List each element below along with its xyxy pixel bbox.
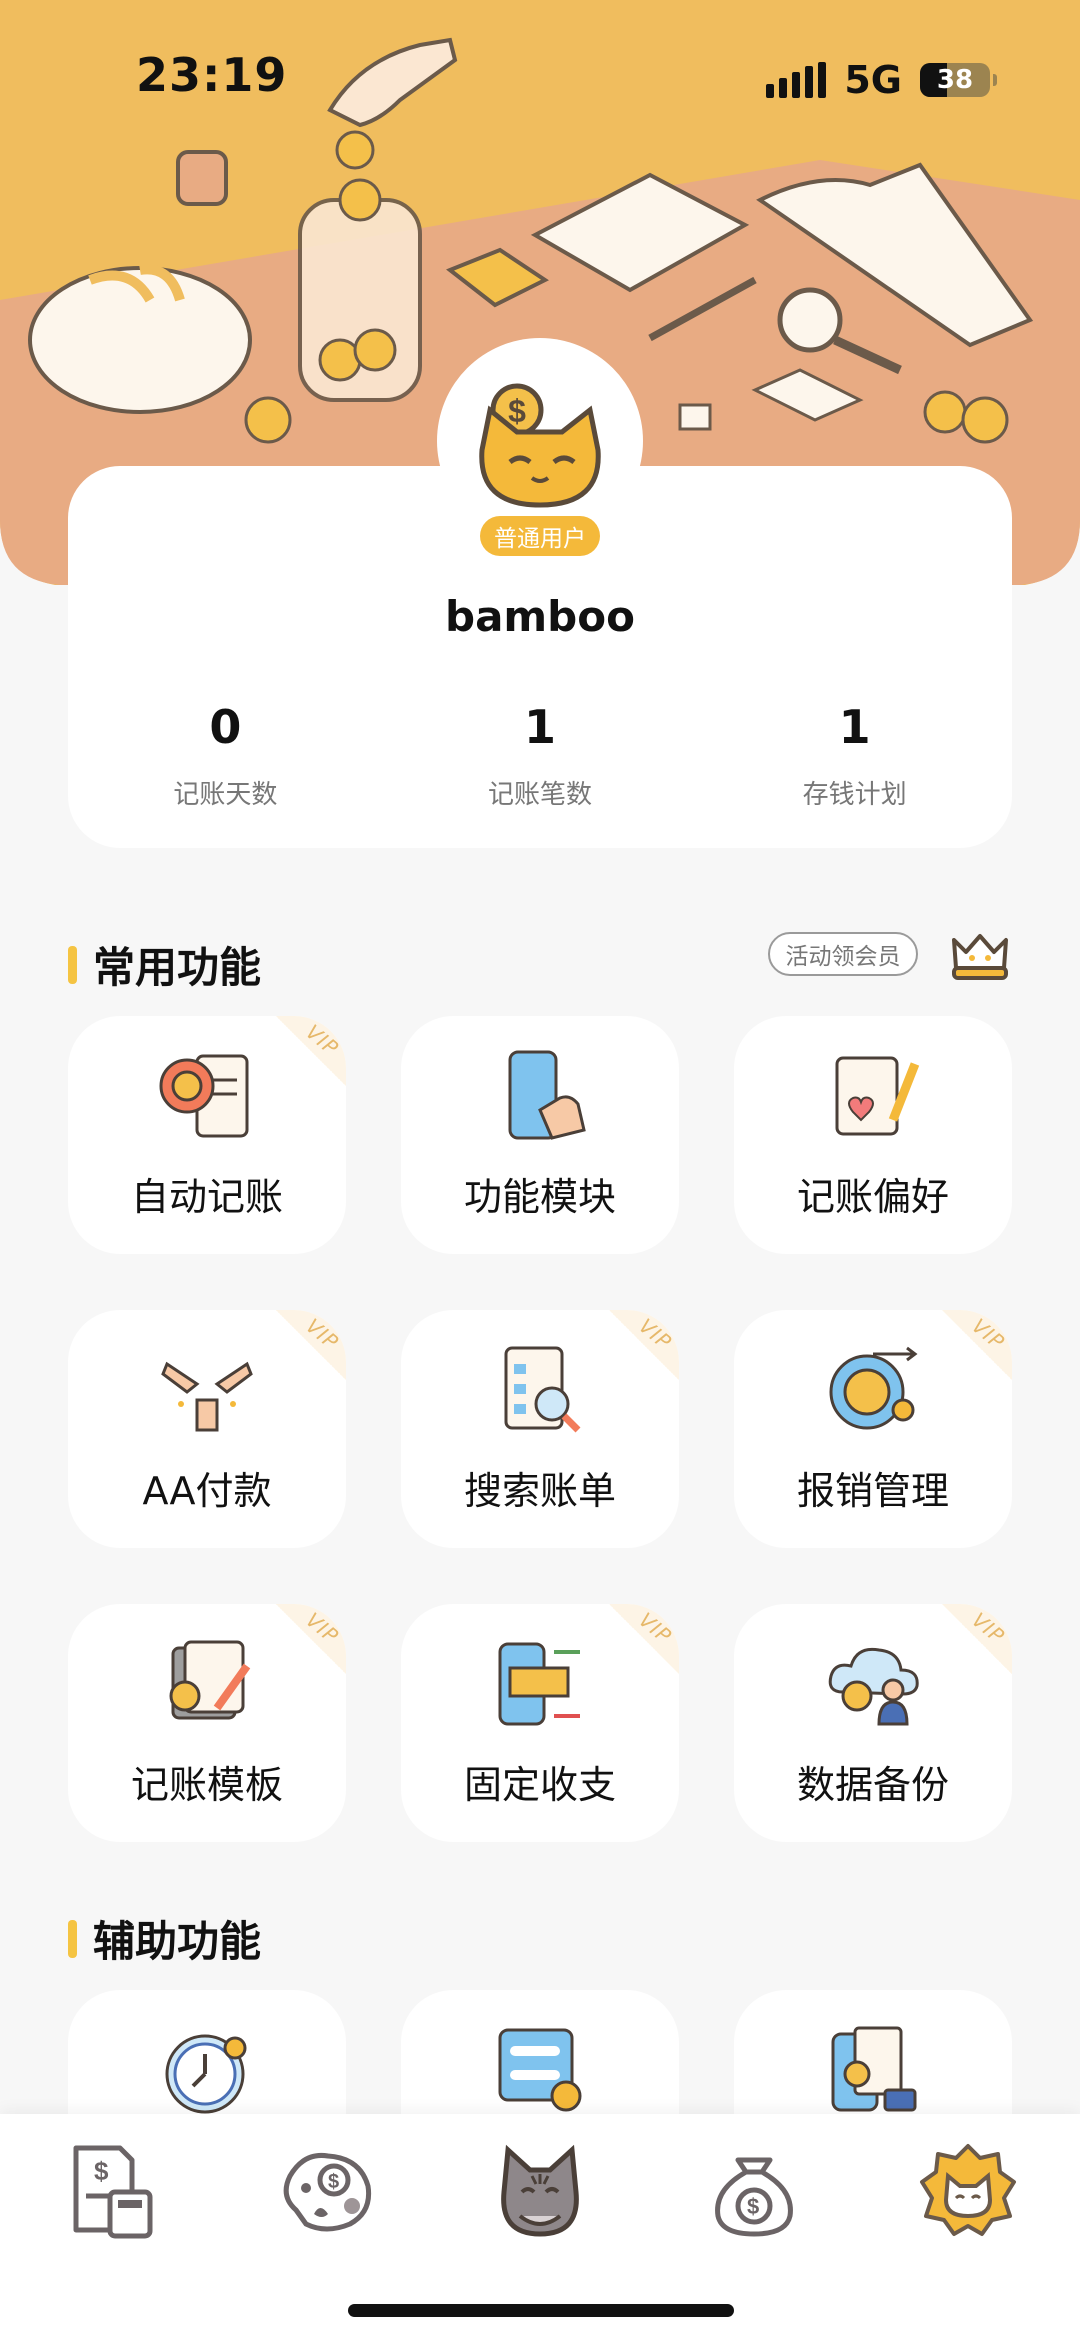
feature-reimbursement[interactable]: VIP 报销管理 [734, 1310, 1012, 1548]
settings-panel-icon [498, 2028, 582, 2112]
stat-value: 0 [209, 700, 242, 754]
crown-icon[interactable] [948, 928, 1012, 982]
cloud-backup-icon [828, 1647, 919, 1726]
cat-mascot-icon[interactable] [490, 2140, 590, 2240]
tile-label: 记账模板 [130, 1763, 283, 1807]
tile-label: 数据备份 [796, 1763, 949, 1807]
money-bag-icon[interactable]: $ [704, 2140, 804, 2240]
stat-label: 记账天数 [173, 780, 278, 810]
auto-record-icon [159, 1054, 249, 1138]
feature-fixed-income-expense[interactable]: VIP 固定收支 [401, 1604, 679, 1842]
stat-value: 1 [524, 700, 557, 754]
phone-receipt-icon [831, 2026, 917, 2112]
tile-label: 报销管理 [796, 1469, 949, 1513]
section-title: 辅助功能 [93, 1917, 262, 1966]
stat-record-days[interactable]: 0 记账天数 [68, 700, 383, 811]
feature-aa-payment[interactable]: VIP AA付款 [68, 1310, 346, 1548]
section-accent-bar [68, 1919, 77, 1958]
section-accent-bar [68, 945, 77, 984]
tile-label: AA付款 [142, 1469, 272, 1513]
home-indicator[interactable] [348, 2304, 734, 2317]
section-common-functions: 常用功能 [68, 934, 261, 995]
stat-record-count[interactable]: 1 记账笔数 [383, 700, 698, 811]
tile-label: 功能模块 [463, 1175, 616, 1219]
svg-text:$: $ [94, 2156, 109, 2186]
stat-label: 记账笔数 [488, 780, 593, 810]
preference-note-icon [835, 1056, 920, 1136]
reimburse-coin-icon [829, 1346, 918, 1430]
get-membership-button[interactable]: 活动领会员 [768, 932, 918, 976]
stat-saving-plans[interactable]: 1 存钱计划 [697, 700, 1012, 811]
signal-icon [766, 62, 827, 98]
status-indicators: 5G 38 [766, 58, 997, 102]
status-time: 23:19 [136, 48, 288, 102]
section-title: 常用功能 [93, 943, 262, 992]
cat-profile-icon[interactable] [918, 2140, 1018, 2240]
feature-modules[interactable]: 功能模块 [401, 1016, 679, 1254]
feature-data-backup[interactable]: VIP 数据备份 [734, 1604, 1012, 1842]
svg-text:$: $ [328, 2171, 339, 2193]
avatar[interactable]: $ [462, 370, 618, 510]
template-icon [169, 1640, 251, 1720]
stat-label: 存钱计划 [802, 780, 907, 810]
tile-label: 搜索账单 [463, 1469, 616, 1513]
hands-together-icon [161, 1361, 253, 1432]
svg-text:$: $ [747, 2194, 759, 2219]
svg-text:$: $ [508, 393, 526, 429]
battery-level: 38 [936, 65, 974, 95]
fixed-transfer-icon [498, 1642, 580, 1726]
coin-paw-icon[interactable]: $ [276, 2140, 376, 2240]
feature-preferences[interactable]: 记账偏好 [734, 1016, 1012, 1254]
clock-icon [165, 2034, 247, 2114]
search-bill-icon [504, 1346, 581, 1433]
tile-label: 固定收支 [463, 1763, 616, 1807]
user-level-badge: 普通用户 [480, 516, 600, 556]
feature-search-bills[interactable]: VIP 搜索账单 [401, 1310, 679, 1548]
section-assist-functions: 辅助功能 [68, 1908, 261, 1969]
stat-value: 1 [838, 700, 871, 754]
feature-templates[interactable]: VIP 记账模板 [68, 1604, 346, 1842]
tile-label: 自动记账 [130, 1175, 283, 1219]
battery-icon: 38 [920, 63, 997, 97]
username: bamboo [445, 592, 635, 641]
phone-tap-icon [508, 1050, 586, 1140]
profile-stats: 0 记账天数 1 记账笔数 1 存钱计划 [68, 700, 1012, 811]
tile-label: 记账偏好 [796, 1175, 949, 1219]
bill-calculator-icon[interactable]: $ [62, 2140, 162, 2240]
network-type: 5G [844, 58, 902, 102]
feature-auto-record[interactable]: VIP 自动记账 [68, 1016, 346, 1254]
